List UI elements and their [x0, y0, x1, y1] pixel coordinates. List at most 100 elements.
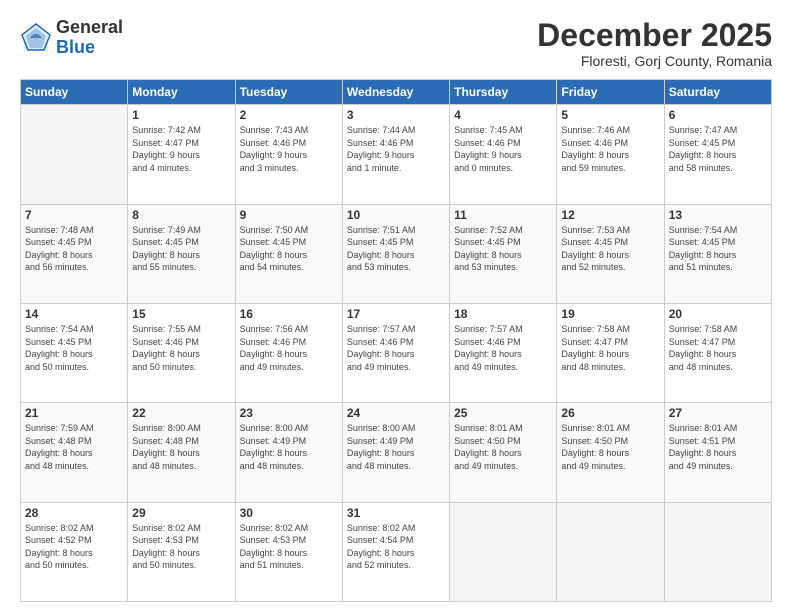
calendar-day: 17Sunrise: 7:57 AM Sunset: 4:46 PM Dayli… [342, 303, 449, 402]
day-info: Sunrise: 7:56 AM Sunset: 4:46 PM Dayligh… [240, 323, 338, 373]
logo-general: General [56, 18, 123, 38]
day-number: 10 [347, 208, 445, 222]
calendar-day: 16 Sunrise: 7:56 AM Sunset: 4:46 PM Dayli… [235, 303, 342, 402]
calendar-week-row: 7 Sunrise: 7:48 AM Sunset: 4:45 PM Daylig… [21, 204, 772, 303]
day-number: 4 [454, 108, 552, 122]
calendar-day: 22 Sunrise: 8:00 AM Sunset: 4:48 PM Dayli… [128, 403, 235, 502]
calendar-day: 2Sunrise: 7:43 AM Sunset: 4:46 PM Daylig… [235, 105, 342, 204]
calendar-day: 14Sunrise: 7:54 AM Sunset: 4:45 PM Dayli… [21, 303, 128, 402]
day-info: Sunrise: 7:46 AM Sunset: 4:46 PM Dayligh… [561, 124, 659, 174]
location: Floresti, Gorj County, Romania [537, 53, 772, 69]
calendar-day: 31 Sunrise: 8:02 AM Sunset: 4:54 PM Dayli… [342, 502, 449, 601]
calendar-day: 6Sunrise: 7:47 AM Sunset: 4:45 PM Daylig… [664, 105, 771, 204]
calendar-day: 5Sunrise: 7:46 AM Sunset: 4:46 PM Daylig… [557, 105, 664, 204]
day-info: Sunrise: 7:55 AM Sunset: 4:46 PM Dayligh… [132, 323, 230, 373]
day-info: Sunrise: 7:52 AM Sunset: 4:45 PM Dayligh… [454, 224, 552, 274]
calendar-week-row: 14Sunrise: 7:54 AM Sunset: 4:45 PM Dayli… [21, 303, 772, 402]
weekday-header: Sunday [21, 80, 128, 105]
calendar-day: 18 Sunrise: 7:57 AM Sunset: 4:46 PM Dayli… [450, 303, 557, 402]
calendar-day: 8Sunrise: 7:49 AM Sunset: 4:45 PM Daylig… [128, 204, 235, 303]
day-info: Sunrise: 8:00 AM Sunset: 4:49 PM Dayligh… [347, 422, 445, 472]
calendar-week-row: 1 Sunrise: 7:42 AM Sunset: 4:47 PM Daylig… [21, 105, 772, 204]
day-info: Sunrise: 7:45 AM Sunset: 4:46 PM Dayligh… [454, 124, 552, 174]
logo-icon [20, 22, 52, 54]
calendar-day: 19 Sunrise: 7:58 AM Sunset: 4:47 PM Dayli… [557, 303, 664, 402]
day-info: Sunrise: 7:57 AM Sunset: 4:46 PM Dayligh… [454, 323, 552, 373]
day-info: Sunrise: 8:00 AM Sunset: 4:49 PM Dayligh… [240, 422, 338, 472]
day-info: Sunrise: 8:02 AM Sunset: 4:53 PM Dayligh… [132, 522, 230, 572]
weekday-header: Wednesday [342, 80, 449, 105]
day-number: 28 [25, 506, 123, 520]
day-number: 17 [347, 307, 445, 321]
logo-blue: Blue [56, 38, 123, 58]
logo: General Blue [20, 18, 123, 58]
logo-text: General Blue [56, 18, 123, 58]
weekday-header: Thursday [450, 80, 557, 105]
day-info: Sunrise: 7:44 AM Sunset: 4:46 PM Dayligh… [347, 124, 445, 174]
calendar-day: 25 Sunrise: 8:01 AM Sunset: 4:50 PM Dayli… [450, 403, 557, 502]
weekday-header: Monday [128, 80, 235, 105]
day-number: 7 [25, 208, 123, 222]
day-number: 12 [561, 208, 659, 222]
calendar-day: 29 Sunrise: 8:02 AM Sunset: 4:53 PM Dayli… [128, 502, 235, 601]
day-number: 24 [347, 406, 445, 420]
day-number: 9 [240, 208, 338, 222]
day-info: Sunrise: 7:49 AM Sunset: 4:45 PM Dayligh… [132, 224, 230, 274]
calendar-day: 9Sunrise: 7:50 AM Sunset: 4:45 PM Daylig… [235, 204, 342, 303]
day-info: Sunrise: 7:58 AM Sunset: 4:47 PM Dayligh… [669, 323, 767, 373]
day-info: Sunrise: 7:48 AM Sunset: 4:45 PM Dayligh… [25, 224, 123, 274]
day-info: Sunrise: 8:01 AM Sunset: 4:50 PM Dayligh… [454, 422, 552, 472]
day-number: 20 [669, 307, 767, 321]
page: General Blue December 2025 Floresti, Gor… [0, 0, 792, 612]
day-info: Sunrise: 8:02 AM Sunset: 4:54 PM Dayligh… [347, 522, 445, 572]
calendar-day: 30 Sunrise: 8:02 AM Sunset: 4:53 PM Dayli… [235, 502, 342, 601]
day-info: Sunrise: 8:01 AM Sunset: 4:50 PM Dayligh… [561, 422, 659, 472]
calendar-week-row: 28Sunrise: 8:02 AM Sunset: 4:52 PM Dayli… [21, 502, 772, 601]
calendar-day: 20 Sunrise: 7:58 AM Sunset: 4:47 PM Dayli… [664, 303, 771, 402]
day-info: Sunrise: 7:47 AM Sunset: 4:45 PM Dayligh… [669, 124, 767, 174]
day-number: 13 [669, 208, 767, 222]
calendar-day: 24 Sunrise: 8:00 AM Sunset: 4:49 PM Dayli… [342, 403, 449, 502]
calendar-day: 3Sunrise: 7:44 AM Sunset: 4:46 PM Daylig… [342, 105, 449, 204]
day-info: Sunrise: 7:51 AM Sunset: 4:45 PM Dayligh… [347, 224, 445, 274]
day-number: 30 [240, 506, 338, 520]
day-number: 1 [132, 108, 230, 122]
day-info: Sunrise: 7:54 AM Sunset: 4:45 PM Dayligh… [669, 224, 767, 274]
day-number: 29 [132, 506, 230, 520]
calendar-day: 13 Sunrise: 7:54 AM Sunset: 4:45 PM Dayli… [664, 204, 771, 303]
day-number: 11 [454, 208, 552, 222]
day-info: Sunrise: 8:02 AM Sunset: 4:53 PM Dayligh… [240, 522, 338, 572]
header-row: SundayMondayTuesdayWednesdayThursdayFrid… [21, 80, 772, 105]
weekday-header: Saturday [664, 80, 771, 105]
day-info: Sunrise: 8:00 AM Sunset: 4:48 PM Dayligh… [132, 422, 230, 472]
day-info: Sunrise: 7:42 AM Sunset: 4:47 PM Dayligh… [132, 124, 230, 174]
day-number: 26 [561, 406, 659, 420]
calendar-day: 11 Sunrise: 7:52 AM Sunset: 4:45 PM Dayli… [450, 204, 557, 303]
day-number: 23 [240, 406, 338, 420]
calendar-day: 7 Sunrise: 7:48 AM Sunset: 4:45 PM Daylig… [21, 204, 128, 303]
day-number: 15 [132, 307, 230, 321]
day-number: 25 [454, 406, 552, 420]
calendar-week-row: 21 Sunrise: 7:59 AM Sunset: 4:48 PM Dayli… [21, 403, 772, 502]
day-info: Sunrise: 7:43 AM Sunset: 4:46 PM Dayligh… [240, 124, 338, 174]
day-info: Sunrise: 7:53 AM Sunset: 4:45 PM Dayligh… [561, 224, 659, 274]
calendar-day [557, 502, 664, 601]
day-number: 22 [132, 406, 230, 420]
day-info: Sunrise: 7:59 AM Sunset: 4:48 PM Dayligh… [25, 422, 123, 472]
day-number: 19 [561, 307, 659, 321]
day-number: 18 [454, 307, 552, 321]
day-number: 16 [240, 307, 338, 321]
month-title: December 2025 [537, 18, 772, 53]
calendar-header: SundayMondayTuesdayWednesdayThursdayFrid… [21, 80, 772, 105]
calendar-day: 26 Sunrise: 8:01 AM Sunset: 4:50 PM Dayli… [557, 403, 664, 502]
calendar-day: 27Sunrise: 8:01 AM Sunset: 4:51 PM Dayli… [664, 403, 771, 502]
day-number: 21 [25, 406, 123, 420]
day-number: 31 [347, 506, 445, 520]
day-info: Sunrise: 7:54 AM Sunset: 4:45 PM Dayligh… [25, 323, 123, 373]
calendar-day [664, 502, 771, 601]
day-info: Sunrise: 7:58 AM Sunset: 4:47 PM Dayligh… [561, 323, 659, 373]
day-info: Sunrise: 8:01 AM Sunset: 4:51 PM Dayligh… [669, 422, 767, 472]
calendar-day: 15 Sunrise: 7:55 AM Sunset: 4:46 PM Dayli… [128, 303, 235, 402]
weekday-header: Friday [557, 80, 664, 105]
header: General Blue December 2025 Floresti, Gor… [20, 18, 772, 69]
